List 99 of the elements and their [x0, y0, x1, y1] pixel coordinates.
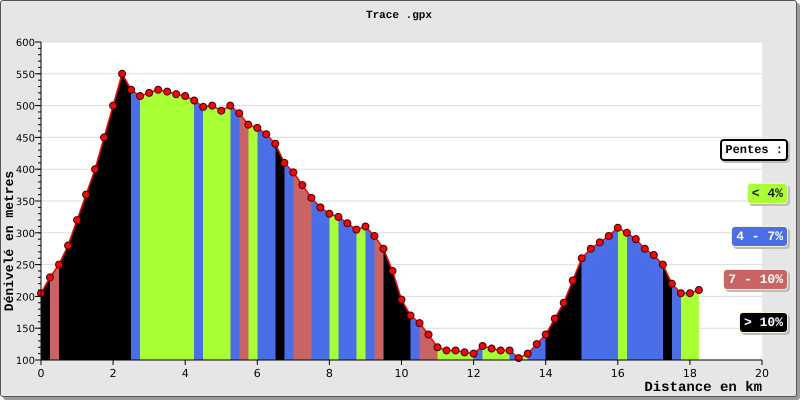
elevation-point [55, 260, 64, 269]
elevation-point [496, 346, 505, 354]
elevation-point [560, 298, 568, 307]
x-tick-label: 20 [755, 367, 769, 380]
elevation-point [325, 210, 334, 218]
x-tick-label: 14 [538, 367, 553, 380]
elevation-point [253, 124, 262, 132]
elevation-point [686, 289, 694, 298]
elevation-point [316, 203, 324, 212]
elevation-point [64, 242, 72, 250]
elevation-point [424, 330, 433, 339]
legend-label: 7 - 10% [723, 269, 788, 290]
elevation-point [568, 276, 577, 284]
elevation-point [154, 86, 162, 94]
x-tick-label: 8 [326, 367, 333, 380]
elevation-point [109, 102, 118, 110]
x-tick-label: 2 [110, 367, 117, 380]
elevation-point [550, 314, 559, 323]
elevation-point [622, 228, 631, 237]
elevation-point [136, 92, 144, 100]
elevation-point [298, 181, 306, 190]
elevation-point [614, 224, 622, 232]
legend-title: Pentes : [720, 139, 788, 161]
x-axis-title: Distance en km [644, 380, 762, 396]
elevation-point [37, 289, 45, 298]
elevation-point [271, 140, 280, 148]
elevation-point [82, 190, 90, 199]
x-tick-label: 6 [254, 367, 261, 380]
elevation-point [452, 346, 460, 354]
elevation-point [181, 92, 190, 100]
x-tick-label: 4 [182, 367, 189, 380]
elevation-point [334, 212, 342, 221]
elevation-point [361, 222, 370, 230]
elevation-point [524, 350, 532, 358]
elevation-point [506, 346, 514, 354]
elevation-point [73, 216, 82, 224]
elevation-point [650, 251, 658, 260]
y-tick-label: 100 [16, 356, 35, 367]
elevation-point [127, 86, 136, 94]
y-tick-label: 450 [16, 133, 35, 144]
elevation-point [640, 244, 649, 253]
elevation-point [163, 88, 172, 96]
x-tick-label: 10 [394, 367, 408, 380]
y-tick-label: 500 [16, 102, 35, 113]
y-tick-label: 600 [16, 38, 35, 49]
elevation-point [434, 343, 442, 352]
y-tick-label: 550 [16, 70, 35, 81]
x-tick-label: 0 [38, 367, 44, 380]
elevation-point [514, 354, 523, 362]
elevation-point [604, 232, 613, 240]
legend-label: > 10% [738, 312, 788, 333]
elevation-point [289, 168, 298, 176]
elevation-point [46, 273, 54, 282]
x-tick-label: 16 [610, 367, 625, 380]
elevation-point [470, 350, 478, 358]
y-tick-label: 200 [16, 292, 35, 304]
elevation-point [307, 194, 316, 202]
elevation-point [118, 70, 126, 78]
y-axis-title: Dénivelé en metres [2, 170, 17, 312]
legend-label: 4 - 7% [731, 226, 788, 247]
elevation-point [586, 244, 595, 253]
elevation-point [532, 340, 541, 348]
elevation-point [352, 226, 360, 234]
elevation-point [596, 238, 604, 246]
y-tick-label: 250 [16, 260, 35, 272]
elevation-point [488, 344, 496, 353]
elevation-point [632, 235, 640, 244]
elevation-point [235, 109, 244, 118]
elevation-point [199, 102, 208, 111]
elevation-point [398, 296, 406, 304]
elevation-point [668, 280, 676, 288]
elevation-point [416, 319, 424, 328]
elevation-point [145, 88, 154, 97]
elevation-point [208, 102, 216, 110]
elevation-point [280, 158, 288, 167]
elevation-point [91, 165, 100, 174]
elevation-point [217, 106, 226, 115]
elevation-point [442, 346, 451, 354]
elevation-point [100, 133, 108, 142]
chart-title: Trace .gpx [366, 10, 432, 22]
y-tick-label: 400 [16, 165, 35, 176]
elevation-point [694, 286, 703, 294]
elevation-point [460, 348, 469, 356]
elevation-point [343, 219, 352, 228]
elevation-point [379, 244, 388, 253]
elevation-point [244, 120, 252, 129]
elevation-point [676, 289, 685, 298]
x-tick-label: 18 [682, 367, 697, 380]
elevation-point [542, 330, 550, 339]
legend-label: < 4% [746, 183, 788, 204]
y-tick-label: 350 [16, 197, 35, 208]
elevation-point [262, 130, 270, 138]
y-tick-label: 300 [16, 228, 35, 240]
elevation-point [658, 260, 667, 269]
x-tick-label: 12 [466, 367, 481, 380]
y-tick-label: 150 [16, 324, 35, 336]
elevation-point [226, 102, 234, 110]
elevation-point [172, 90, 180, 98]
elevation-point [578, 254, 586, 262]
